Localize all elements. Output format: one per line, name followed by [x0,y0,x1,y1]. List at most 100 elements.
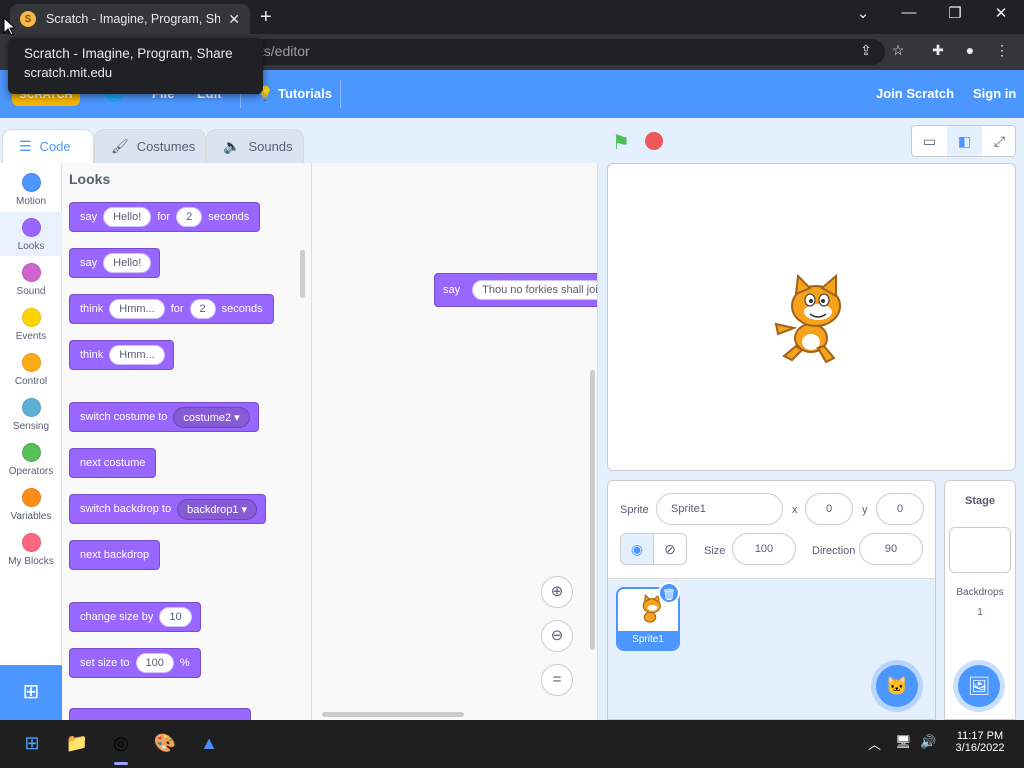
url-field[interactable]: jects/editor [230,39,885,65]
block-partial[interactable] [69,708,251,720]
y-field[interactable]: 0 [876,493,924,525]
block-switch-backdrop[interactable]: switch backdrop to backdrop1 ▾ [69,494,267,524]
choose-backdrop-image-icon[interactable]: 🖼 [958,665,1000,707]
stage-thumbnail[interactable] [949,527,1011,573]
minimize-icon[interactable]: — [894,4,924,21]
paint-icon[interactable]: 🎨 [152,730,178,756]
category-variables[interactable]: Variables [0,482,62,526]
zoom-out-icon[interactable]: ⊖ [541,620,573,652]
clock[interactable]: 11:17 PM 3/16/2022 [945,730,1015,754]
block-text: set size to [80,657,130,669]
fullscreen-icon[interactable]: ⤢ [982,126,1017,156]
chrome-icon[interactable]: ◎ [108,730,134,756]
stage-canvas[interactable] [607,163,1016,471]
script-vertical-scrollbar[interactable] [590,370,595,650]
block-think-for-seconds[interactable]: think Hmm... for 2 seconds [69,294,274,324]
category-motion[interactable]: Motion [0,167,62,211]
category-dot-icon [21,263,41,282]
block-input[interactable]: 10 [159,607,192,627]
category-label: Operators [8,466,54,477]
category-dot-icon [21,173,41,192]
block-input[interactable]: Thou no forkies shall join. [472,280,597,300]
script-block-say[interactable]: say Thou no forkies shall join. [434,273,597,307]
windows-start-icon[interactable]: ⊞ [19,730,45,756]
tab-code[interactable]: ☰ Code [2,129,94,163]
delete-sprite-trash-icon[interactable]: 🗑 [658,582,680,604]
block-set-size[interactable]: set size to 100 % [69,648,201,678]
tooltip-title: Scratch - Imagine, Program, Share [24,46,233,61]
script-area[interactable]: say Thou no forkies shall join. ⊕ ⊖ = [312,163,598,720]
block-next-backdrop[interactable]: next backdrop [69,540,161,570]
normal-stage-icon[interactable]: ◧ [947,126,982,156]
tutorials-menu[interactable]: Tutorials [278,86,332,101]
share-icon[interactable]: ⇪ [856,42,876,62]
sprite-name-field[interactable]: Sprite1 [656,493,783,525]
close-tab-icon[interactable]: ✕ [228,11,240,28]
category-operators[interactable]: Operators [0,437,62,481]
zoom-reset-icon[interactable]: = [541,664,573,696]
backdrop-dropdown[interactable]: backdrop1 ▾ [177,498,258,520]
script-horizontal-scrollbar[interactable] [322,712,464,717]
block-switch-costume[interactable]: switch costume to costume2 ▾ [69,402,259,432]
clock-time: 11:17 PM [956,730,1004,742]
category-control[interactable]: Control [0,347,62,391]
block-text: say [80,211,98,223]
close-window-icon[interactable]: ✕ [986,4,1016,22]
restore-icon[interactable]: ❐ [940,4,970,22]
network-icon[interactable]: 🖥 [895,734,912,750]
block-say-for-seconds[interactable]: say Hello! for 2 seconds [69,202,261,232]
choose-sprite-cat-icon[interactable]: 🐱 [876,665,918,707]
block-next-costume[interactable]: next costume [69,448,157,478]
tab-sounds[interactable]: 🔈 Sounds [206,129,304,163]
block-input[interactable]: 100 [135,653,174,673]
category-label: Sound [16,286,46,297]
scratch-favicon-icon: S [20,11,36,27]
block-input[interactable]: 2 [176,207,203,227]
tab-hover-tooltip: Scratch - Imagine, Program, Share scratc… [8,38,263,94]
sign-in-link[interactable]: Sign in [973,86,1016,101]
size-label: Size [704,545,726,557]
block-input[interactable]: 2 [189,299,216,319]
app-icon[interactable]: ▲ [196,730,222,756]
block-say[interactable]: say Hello! [69,248,161,278]
volume-icon[interactable]: 🔊 [920,734,936,750]
direction-field[interactable]: 90 [859,533,923,565]
browser-tab[interactable]: S Scratch - Imagine, Program, Shar ✕ [10,4,250,34]
block-text: next backdrop [80,549,150,561]
block-text: say [443,284,461,296]
x-field[interactable]: 0 [805,493,853,525]
category-sound[interactable]: Sound [0,257,62,301]
file-explorer-icon[interactable]: 📁 [64,730,90,756]
green-flag-icon[interactable]: ⚑ [612,130,634,154]
sprite-info-panel: Sprite Sprite1 x 0 y 0 ◉ ⊘ Size 100 Dire… [608,481,935,579]
tab-costumes[interactable]: 🖌 Costumes [94,129,206,163]
block-text: switch costume to [80,411,168,423]
profile-icon[interactable]: ● [960,42,980,62]
bookmark-star-icon[interactable]: ☆ [888,42,908,62]
block-input[interactable]: Hello! [103,253,152,273]
block-input[interactable]: Hello! [103,207,152,227]
category-events[interactable]: Events [0,302,62,346]
category-looks[interactable]: Looks [0,212,62,256]
block-input[interactable]: Hmm... [109,299,165,319]
small-stage-icon[interactable]: ▭ [912,126,947,156]
join-scratch-link[interactable]: Join Scratch [876,86,954,101]
menu-kebab-icon[interactable]: ⋮ [992,42,1012,62]
palette-scrollbar[interactable] [300,250,305,298]
block-change-size[interactable]: change size by 10 [69,602,201,632]
new-tab-icon[interactable]: + [260,6,272,29]
block-input[interactable]: Hmm... [109,345,165,365]
tab-search-icon[interactable]: ⌄ [848,4,878,22]
stop-icon[interactable] [645,132,663,150]
block-think[interactable]: think Hmm... [69,340,174,370]
zoom-in-icon[interactable]: ⊕ [541,576,573,608]
tray-chevron-icon[interactable]: ︿ [868,734,881,753]
category-my-blocks[interactable]: My Blocks [0,527,62,571]
category-sensing[interactable]: Sensing [0,392,62,436]
extensions-icon[interactable]: ✚ [928,42,948,62]
add-extension-button[interactable]: ⊞ [0,665,62,720]
size-field[interactable]: 100 [732,533,796,565]
show-sprite-eye-icon[interactable]: ◉ [620,533,654,565]
costume-dropdown[interactable]: costume2 ▾ [173,406,250,428]
hide-sprite-eye-icon[interactable]: ⊘ [653,533,687,565]
